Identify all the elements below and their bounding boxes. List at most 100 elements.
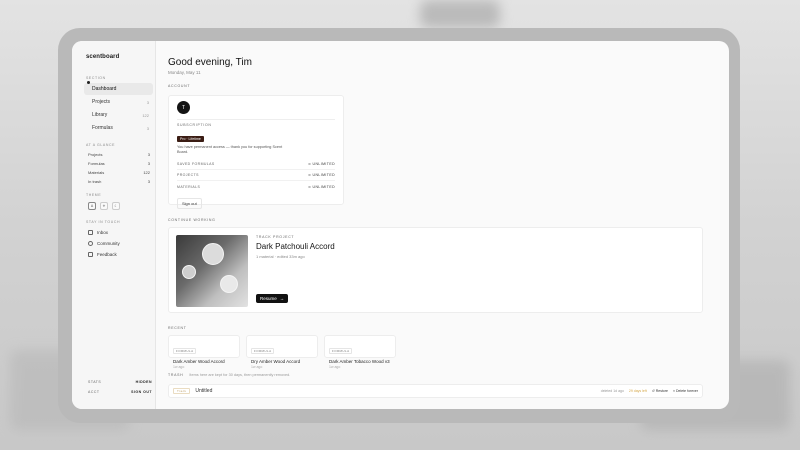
project-edited: edited 33m ago bbox=[277, 254, 305, 259]
theme-switcher: A ☀ ☾ bbox=[72, 200, 155, 212]
sidebar-item-label: Library bbox=[92, 112, 108, 118]
sidebar-item-library[interactable]: Library 122 bbox=[84, 109, 153, 121]
glance-row-projects: Projects 3 bbox=[72, 150, 155, 159]
recent-label: Recent bbox=[168, 326, 187, 330]
recent-list: Formula Dark Amber Wood Accord 1w ago Fo… bbox=[168, 335, 396, 369]
sidebar-item-label: Formulas bbox=[92, 125, 113, 131]
main-content: Good evening, Tim Monday, May 11 Account… bbox=[156, 41, 729, 409]
sidebar-footer: Stats Hidden Acct Sign out bbox=[72, 377, 155, 397]
sidebar-item-community[interactable]: Community bbox=[72, 238, 155, 249]
sidebar-item-count: 122 bbox=[142, 112, 149, 118]
item-title: Dark Amber Wood Accord bbox=[173, 359, 225, 364]
sidebar-item-label: Projects bbox=[92, 99, 111, 105]
trash-note: Items here are kept for 30 days, then pe… bbox=[189, 373, 291, 377]
account-label: Account bbox=[168, 84, 191, 88]
sidebar-item-label: Dashboard bbox=[92, 86, 117, 92]
item-title: Untitled bbox=[195, 388, 213, 394]
item-tag: Formula bbox=[329, 348, 353, 354]
project-type: Track project bbox=[256, 235, 295, 239]
project-title: Dark Patchouli Accord bbox=[256, 242, 335, 251]
dish-shape bbox=[182, 265, 196, 279]
trash-label: Trash bbox=[168, 373, 184, 377]
resume-button[interactable]: Resume → bbox=[256, 294, 289, 303]
inbox-icon bbox=[88, 230, 93, 235]
glance-value: 122 bbox=[143, 170, 150, 175]
glance-label-text: In trash bbox=[88, 179, 102, 184]
sidebar-item-label: Inbox bbox=[97, 230, 109, 235]
glance-value: 3 bbox=[147, 161, 150, 166]
footer-value: Hidden bbox=[135, 380, 152, 384]
footer-label: Acct bbox=[88, 390, 100, 394]
recent-item[interactable]: Formula Dark Amber Tobacco Wood v3 1w ag… bbox=[324, 335, 396, 369]
glance-label-text: Projects bbox=[88, 152, 103, 157]
continue-card[interactable]: Track project Dark Patchouli Accord 1 ma… bbox=[168, 227, 703, 313]
sidebar-item-label: Feedback bbox=[97, 252, 117, 257]
glance-value: 3 bbox=[147, 179, 150, 184]
footer-label: Stats bbox=[88, 380, 102, 384]
theme-auto-button[interactable]: A bbox=[88, 202, 96, 210]
glance-label-text: Formulas bbox=[88, 161, 105, 166]
footer-value: Sign out bbox=[131, 390, 152, 394]
theme-light-button[interactable]: ☀ bbox=[100, 202, 108, 210]
limit-label: Projects bbox=[177, 173, 199, 177]
project-thumbnail bbox=[176, 235, 248, 307]
avatar[interactable]: T bbox=[177, 101, 190, 114]
dish-shape bbox=[202, 243, 224, 265]
trash-header: Trash Items here are kept for 30 days, t… bbox=[168, 373, 290, 377]
item-time: 1w ago bbox=[251, 365, 263, 369]
days-left: 29 days left bbox=[628, 389, 647, 393]
item-tag: Track bbox=[173, 388, 191, 394]
deleted-time: deleted 1d ago bbox=[600, 389, 624, 393]
touch-label: Stay in touch bbox=[86, 220, 121, 224]
app-window: scentboard Section Dashboard Projects 3 … bbox=[72, 41, 729, 409]
sidebar-item-feedback[interactable]: Feedback bbox=[72, 249, 155, 260]
sidebar-section-label: Section bbox=[86, 76, 106, 80]
community-icon bbox=[88, 241, 93, 246]
page-title: Good evening, Tim bbox=[168, 57, 252, 68]
continue-label: Continue working bbox=[168, 218, 216, 222]
limit-label: Materials bbox=[177, 184, 201, 189]
item-title: Dark Amber Tobacco Wood v3 bbox=[329, 359, 390, 364]
sidebar-item-projects[interactable]: Projects 3 bbox=[84, 96, 153, 108]
item-tag: Formula bbox=[173, 348, 197, 354]
plan-badge: Pro · Lifetime bbox=[177, 136, 204, 142]
background-shape bbox=[420, 0, 500, 28]
sidebar-item-formulas[interactable]: Formulas 3 bbox=[84, 122, 153, 134]
item-time: 1w ago bbox=[173, 365, 185, 369]
sidebar-item-count: 3 bbox=[146, 99, 149, 105]
limit-row-projects: Projects ∞ unlimited bbox=[177, 170, 335, 181]
dish-shape bbox=[220, 275, 238, 293]
brand-logo[interactable]: scentboard bbox=[72, 51, 155, 70]
glance-label-text: Materials bbox=[88, 170, 105, 175]
sign-out-button[interactable]: Sign out bbox=[177, 198, 202, 209]
glance-row-trash: In trash 3 bbox=[72, 177, 155, 186]
delete-forever-button[interactable]: × Delete forever bbox=[673, 389, 698, 393]
limit-value: ∞ unlimited bbox=[308, 173, 335, 177]
sidebar-item-inbox[interactable]: Inbox bbox=[72, 227, 155, 238]
recent-item[interactable]: Formula Dark Amber Wood Accord 1w ago bbox=[168, 335, 240, 369]
account-signout[interactable]: Acct Sign out bbox=[88, 387, 152, 397]
limit-value: ∞ unlimited bbox=[308, 162, 335, 166]
trash-item: Track Untitled deleted 1d ago 29 days le… bbox=[168, 384, 703, 398]
restore-button[interactable]: ↺ Restore bbox=[652, 389, 668, 393]
continue-info: Track project Dark Patchouli Accord 1 ma… bbox=[256, 235, 695, 305]
glance-label: At a glance bbox=[86, 143, 116, 147]
theme-dark-button[interactable]: ☾ bbox=[112, 202, 120, 210]
project-materials: 1 material bbox=[256, 254, 274, 259]
divider bbox=[177, 119, 335, 120]
sidebar-item-dashboard[interactable]: Dashboard bbox=[84, 83, 153, 95]
stats-toggle[interactable]: Stats Hidden bbox=[88, 377, 152, 387]
arrow-right-icon: → bbox=[279, 296, 285, 301]
page-date: Monday, May 11 bbox=[168, 70, 201, 75]
glance-value: 3 bbox=[147, 152, 150, 157]
item-tag: Formula bbox=[251, 348, 275, 354]
project-meta: 1 material · edited 33m ago bbox=[256, 254, 305, 259]
subscription-label: Subscription bbox=[177, 123, 212, 127]
permanent-access-text: You have permanent access — thank you fo… bbox=[177, 145, 283, 154]
sidebar-item-label: Community bbox=[97, 241, 120, 246]
limit-row-formulas: Saved formulas ∞ unlimited bbox=[177, 159, 335, 170]
sidebar: scentboard Section Dashboard Projects 3 … bbox=[72, 41, 156, 409]
resume-label: Resume bbox=[260, 296, 277, 301]
account-card: T Subscription Pro · Lifetime You have p… bbox=[168, 95, 344, 209]
recent-item[interactable]: Formula Dry Amber Wood Accord 1w ago bbox=[246, 335, 318, 369]
